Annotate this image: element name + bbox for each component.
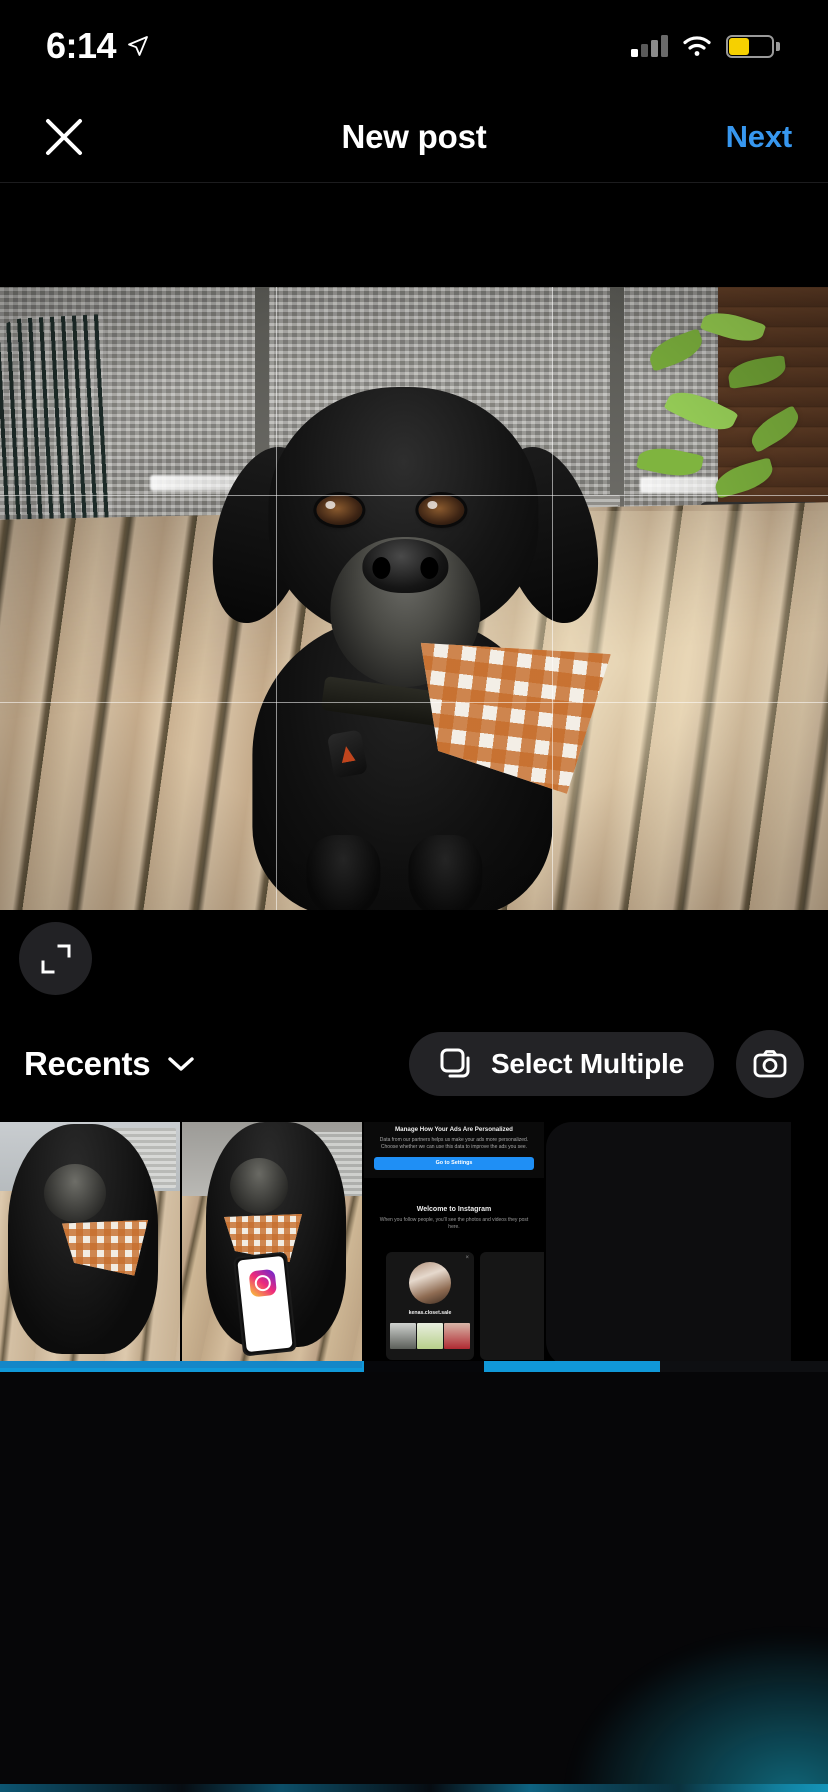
stacked-squares-icon xyxy=(440,1048,470,1078)
status-bar-right xyxy=(631,34,780,58)
thumb-phone xyxy=(232,1251,298,1357)
bottom-edge-glow xyxy=(0,1784,828,1792)
close-button[interactable] xyxy=(36,109,92,165)
thumb-suggested-card: × kenas.closet.sale xyxy=(386,1252,474,1360)
thumb-ads-body: Data from our partners helps us make you… xyxy=(379,1136,529,1150)
preview-spacer xyxy=(0,184,828,287)
thumbnail-item[interactable] xyxy=(0,1122,180,1367)
thumb-card-thumbs xyxy=(386,1323,474,1349)
status-bar-left: 6:14 xyxy=(46,28,150,64)
thumb-dog-muzzle xyxy=(44,1164,106,1222)
wifi-icon xyxy=(683,36,711,56)
thumb-welcome-sub: When you follow people, you'll see the p… xyxy=(379,1217,529,1231)
close-x-icon xyxy=(46,119,82,155)
expand-crop-icon xyxy=(41,944,70,973)
thumb-dog-muzzle xyxy=(230,1158,288,1214)
gallery-header: Recents Select Multiple xyxy=(0,1008,828,1120)
thumbnail-loading-bar xyxy=(0,1361,828,1372)
photo-preview[interactable] xyxy=(0,287,828,910)
camera-icon xyxy=(753,1050,787,1078)
thumb-welcome-section: Welcome to Instagram When you follow peo… xyxy=(364,1206,544,1232)
thumb-welcome-title: Welcome to Instagram xyxy=(416,1206,492,1213)
thumb-card-close-icon: × xyxy=(465,1255,469,1261)
phone-screen: 6:14 New post Next Recents Select Multip… xyxy=(0,0,828,1792)
corner-glow xyxy=(568,1632,828,1792)
thumb-suggested-card-partial xyxy=(480,1252,544,1360)
thumbnail-grid[interactable]: Manage How Your Ads Are Personalized Dat… xyxy=(0,1122,828,1369)
camera-button[interactable] xyxy=(736,1030,804,1098)
instagram-logo-icon xyxy=(248,1268,278,1298)
status-time: 6:14 xyxy=(46,25,117,66)
thumbnail-item[interactable] xyxy=(546,1122,791,1367)
bottom-area xyxy=(0,1372,828,1792)
thumb-card-avatar xyxy=(409,1262,451,1304)
next-button[interactable]: Next xyxy=(726,119,793,155)
thumb-ads-button: Go to Settings xyxy=(374,1156,534,1170)
page-title: New post xyxy=(341,118,487,155)
select-multiple-button[interactable]: Select Multiple xyxy=(408,1032,714,1096)
crop-controls-row xyxy=(0,910,828,1008)
thumbnail-item[interactable] xyxy=(182,1122,362,1367)
selected-photo xyxy=(0,287,828,910)
thumb-ads-section: Manage How Your Ads Are Personalized Dat… xyxy=(364,1122,544,1178)
thumb-phone-screen xyxy=(237,1255,293,1353)
thumb-card-username: kenas.closet.sale xyxy=(408,1310,452,1316)
photo-vignette xyxy=(0,287,828,910)
navigation-bar: New post Next xyxy=(0,92,828,183)
chevron-down-icon xyxy=(168,1057,194,1071)
album-label: Recents xyxy=(24,1045,151,1082)
expand-crop-button[interactable] xyxy=(19,922,92,995)
battery-low-power-icon xyxy=(726,34,780,58)
cellular-signal-icon xyxy=(631,35,668,57)
location-arrow-icon xyxy=(128,36,148,56)
select-multiple-label: Select Multiple xyxy=(490,1048,684,1079)
thumb-ads-title: Manage How Your Ads Are Personalized xyxy=(395,1126,513,1133)
status-bar: 6:14 xyxy=(0,0,828,92)
thumbnail-item[interactable]: Manage How Your Ads Are Personalized Dat… xyxy=(364,1122,544,1367)
album-selector[interactable]: Recents xyxy=(24,1045,196,1083)
